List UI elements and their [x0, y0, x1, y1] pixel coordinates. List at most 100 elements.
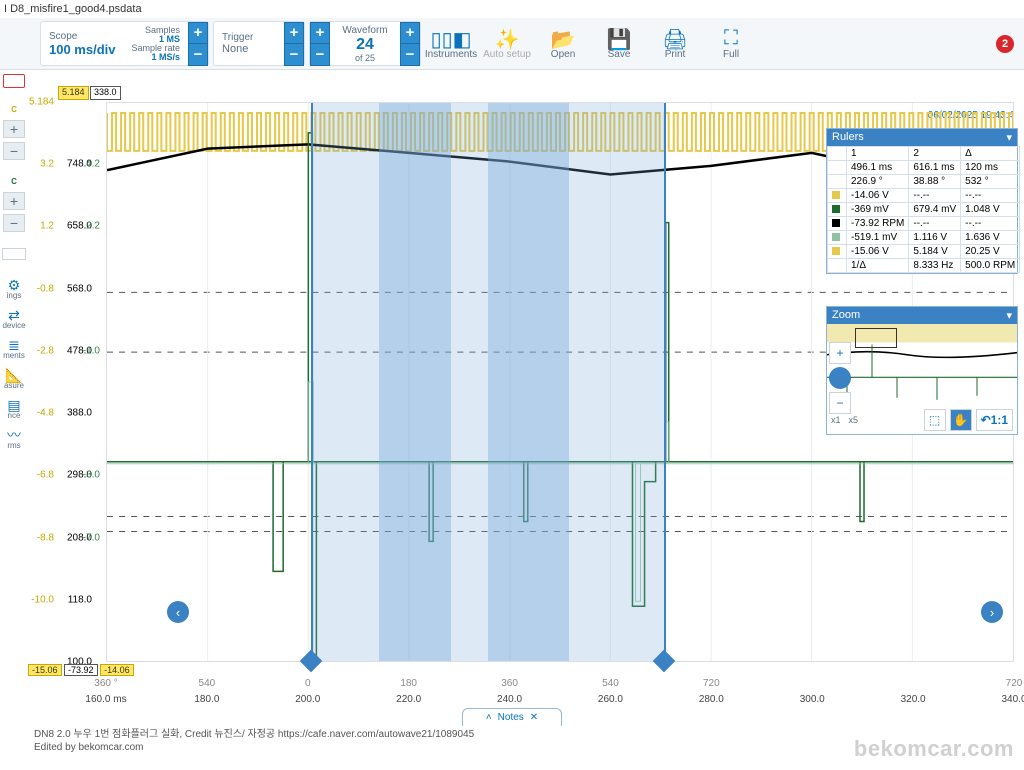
- chevron-down-icon[interactable]: ▾: [1006, 131, 1012, 144]
- measurements-button[interactable]: ≣ments: [1, 336, 27, 362]
- zoom-toolbar: x1 x5 ⬚ ✋ ↶1:1: [827, 406, 1017, 434]
- xtick-ms: 220.0: [396, 694, 421, 705]
- zoom-marquee-button[interactable]: ⬚: [924, 409, 946, 431]
- rulers-row: -519.1 mV1.116 V1.636 V: [828, 231, 1020, 245]
- scope-rate-value: 1 MS/s: [132, 53, 181, 62]
- ytick-green: -3.0: [83, 470, 100, 481]
- autosetup-button[interactable]: ✨Auto setup: [479, 18, 535, 69]
- rulers-freq-row: 1/Δ8.333 Hz500.0 RPM: [828, 259, 1020, 273]
- instruments-button[interactable]: ▯▯◧Instruments: [423, 18, 479, 69]
- y-axis: 5.1843.2748.04.21.2658.02.2-0.8568.0-2.8…: [28, 102, 106, 662]
- xtick-deg: 0: [305, 678, 311, 689]
- bottom-flag-y2[interactable]: -14.06: [100, 664, 134, 676]
- xtick-deg: 720: [703, 678, 720, 689]
- chB-minus[interactable]: −: [3, 214, 25, 232]
- title-bar: I D8_misfire1_good4.psdata: [0, 0, 1024, 18]
- waveforms-button[interactable]: 〰rms: [1, 426, 27, 452]
- chevron-down-icon[interactable]: ▾: [1006, 309, 1012, 322]
- zoom-x5-label: x5: [849, 415, 859, 425]
- xtick-ms: 300.0: [800, 694, 825, 705]
- rulers-row: -15.06 V5.184 V20.25 V: [828, 245, 1020, 259]
- rulers-title: Rulers: [832, 131, 864, 144]
- scope-stepper[interactable]: +−: [188, 22, 208, 66]
- top-flag-rpm[interactable]: 338.0: [90, 86, 121, 100]
- main-toolbar: Scope 100 ms/div Samples 1 MS Sample rat…: [0, 18, 1024, 70]
- zoom-pan-button[interactable]: ✋: [950, 409, 972, 431]
- measure-button[interactable]: 📐asure: [1, 366, 27, 392]
- chA-plus[interactable]: +: [3, 120, 25, 138]
- top-flags-row: 5.184 338.0 V RPM: [28, 86, 1024, 102]
- scope-label: Scope: [49, 31, 116, 42]
- zoom-out-button[interactable]: −: [829, 392, 851, 414]
- settings-button[interactable]: ⚙ings: [1, 276, 27, 302]
- zoom-selection[interactable]: [855, 328, 897, 348]
- ytick-yellow: -6.8: [28, 470, 54, 481]
- ruler-1[interactable]: [311, 103, 313, 661]
- top-flag-yellow[interactable]: 5.184: [58, 86, 89, 100]
- full-button[interactable]: ⛶Full: [703, 18, 759, 69]
- xtick-deg: 720: [1006, 678, 1023, 689]
- xtick-ms: 160.0 ms: [85, 694, 126, 705]
- chB-plus[interactable]: +: [3, 192, 25, 210]
- ytick-green: 4.2: [86, 159, 100, 170]
- xtick-deg: 180: [400, 678, 417, 689]
- zoom-x1-label: x1: [831, 415, 841, 425]
- filename: I D8_misfire1_good4.psdata: [4, 3, 142, 15]
- open-button[interactable]: 📂Open: [535, 18, 591, 69]
- reference-button[interactable]: ▤nce: [1, 396, 27, 422]
- scope-group: Scope 100 ms/div Samples 1 MS Sample rat…: [40, 21, 209, 66]
- xtick-deg: 540: [602, 678, 619, 689]
- zoom-handle[interactable]: [829, 367, 851, 389]
- bottom-flags-row: -15.06 -73.92 -14.06: [28, 665, 134, 680]
- xtick-ms: 280.0: [699, 694, 724, 705]
- trigger-stepper[interactable]: +−: [284, 22, 304, 66]
- chA-minus[interactable]: −: [3, 142, 25, 160]
- zoom-undo-button[interactable]: ↶1:1: [976, 409, 1013, 431]
- xtick-deg: 360: [501, 678, 518, 689]
- notes-tab[interactable]: ˄ Notes ✕: [462, 708, 562, 726]
- expand-icon: ⛶: [724, 27, 738, 49]
- rulers-head-row: 12Δ: [828, 147, 1020, 161]
- xtick-ms: 320.0: [901, 694, 926, 705]
- ruler-2[interactable]: [664, 103, 666, 661]
- scroll-right-button[interactable]: ›: [981, 601, 1003, 623]
- ytick-yellow: -2.8: [28, 345, 54, 356]
- rulers-panel[interactable]: Rulers ▾ 12Δ 496.1 ms616.1 ms120 ms226.9…: [826, 128, 1018, 274]
- waveform-value: 24: [338, 36, 392, 54]
- waveform-next[interactable]: +−: [400, 22, 420, 66]
- highlight-band-2: [379, 103, 451, 661]
- ytick-yellow: -8.8: [28, 532, 54, 543]
- waveform-prev[interactable]: +−: [310, 22, 330, 66]
- zoom-header[interactable]: Zoom ▾: [827, 307, 1017, 324]
- trigger-label: Trigger: [222, 32, 276, 43]
- xtick-ms: 260.0: [598, 694, 623, 705]
- zoom-in-button[interactable]: +: [829, 342, 851, 364]
- bottom-flag-black[interactable]: -73.92: [64, 664, 98, 676]
- rulers-row: 496.1 ms616.1 ms120 ms: [828, 161, 1020, 175]
- bottom-flag-y1[interactable]: -15.06: [28, 664, 62, 676]
- watermark: bekomcar.com: [854, 736, 1014, 762]
- chA-tag[interactable]: C: [1, 104, 27, 116]
- scroll-left-button[interactable]: ‹: [167, 601, 189, 623]
- scope-value[interactable]: 100 ms/div: [49, 42, 116, 57]
- notifications-badge[interactable]: 2: [996, 35, 1014, 53]
- zoom-panel[interactable]: Zoom ▾ + − x1 x5 ⬚ ✋ ↶1:1: [826, 306, 1018, 435]
- ytick-green: 2.2: [86, 221, 100, 232]
- ytick-yellow: -10.0: [28, 594, 54, 605]
- close-icon[interactable]: ✕: [530, 712, 538, 723]
- ytick-yellow: -0.8: [28, 283, 54, 294]
- input-box[interactable]: [2, 248, 26, 260]
- chB-tag[interactable]: C: [1, 176, 27, 188]
- ytick-green: -1.0: [83, 345, 100, 356]
- print-icon: 🖨: [662, 27, 687, 49]
- device-button[interactable]: ⇄device: [1, 306, 27, 332]
- zoom-overview[interactable]: + −: [827, 324, 1017, 406]
- record-indicator[interactable]: [3, 74, 25, 88]
- print-button[interactable]: 🖨Print: [647, 18, 703, 69]
- xtick-ms: 240.0: [497, 694, 522, 705]
- rulers-header[interactable]: Rulers ▾: [827, 129, 1017, 146]
- save-button[interactable]: 💾Save: [591, 18, 647, 69]
- trigger-value[interactable]: None: [222, 43, 276, 55]
- ytick-yellow: 1.2: [28, 221, 54, 232]
- save-icon: 💾: [607, 27, 632, 49]
